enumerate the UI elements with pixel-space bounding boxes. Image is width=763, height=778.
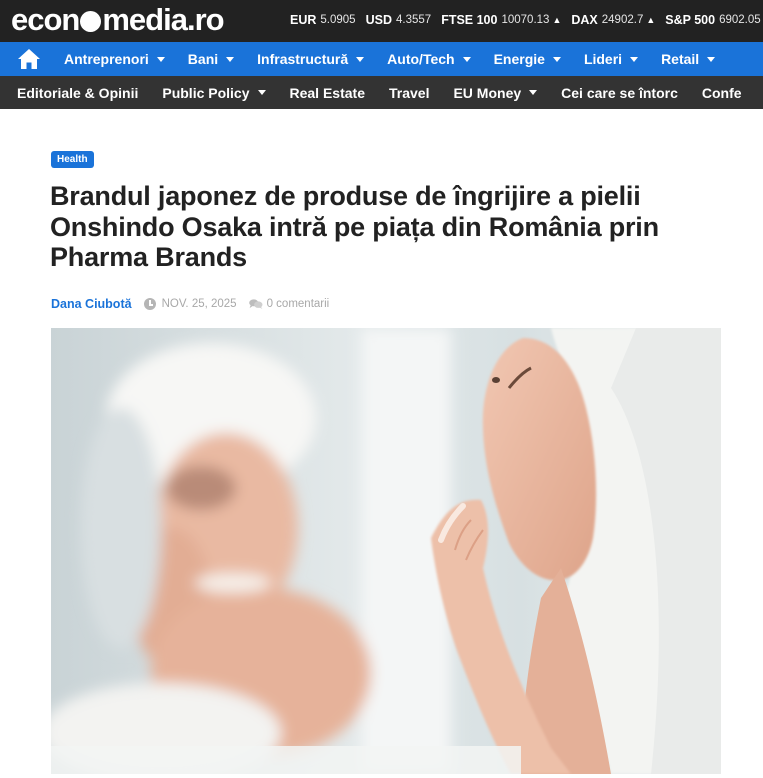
ticker-value: 24902.7 [601, 14, 644, 26]
up-arrow-icon: ▲ [552, 15, 562, 25]
ticker-name: DAX [571, 13, 598, 27]
ticker-item: USD 4.3557 [366, 13, 432, 27]
ticker-name: EUR [290, 13, 317, 27]
nav-label: Lideri [583, 51, 623, 67]
chevron-down-icon [707, 56, 716, 62]
ticker-value: 6902.05 [719, 14, 761, 26]
nav-label: Confe [701, 84, 742, 101]
comments-icon [248, 299, 263, 309]
ticker-name: FTSE 100 [441, 13, 498, 27]
nav-item-retail[interactable]: Retail [661, 51, 716, 67]
up-arrow-icon: ▲ [646, 15, 656, 25]
ticker-item: FTSE 100 10070.13 ▲ [441, 13, 561, 27]
chevron-down-icon [257, 90, 266, 95]
nav-item-real-estate[interactable]: Real Estate [290, 85, 365, 101]
ticker-item: S&P 500 6902.05 ▲ [665, 13, 763, 27]
site-logo[interactable]: econ media.ro [11, 0, 225, 40]
publish-date: NOV. 25, 2025 [161, 298, 237, 310]
chevron-down-icon [356, 56, 365, 62]
chevron-down-icon [226, 56, 235, 62]
nav-item-conferinte[interactable]: Confe [702, 85, 742, 101]
nav-label: EU Money [453, 84, 522, 101]
ticker-name: S&P 500 [665, 13, 716, 27]
nav-item-public-policy[interactable]: Public Policy [162, 84, 266, 101]
logo-circle-icon [80, 10, 102, 32]
nav-item-cei-care-se-intorc[interactable]: Cei care se întorc [561, 85, 678, 101]
top-bar: econ media.ro EUR 5.0905 USD 4.3557 FTSE … [0, 0, 763, 42]
chevron-down-icon [529, 90, 538, 95]
ticker-value: 10070.13 [501, 14, 550, 26]
nav-label: Bani [187, 51, 219, 67]
nav-label: Public Policy [162, 84, 250, 101]
nav-item-bani[interactable]: Bani [187, 51, 235, 67]
category-badge[interactable]: Health [51, 151, 94, 168]
chevron-down-icon [552, 56, 561, 62]
home-icon [18, 49, 40, 69]
market-ticker: EUR 5.0905 USD 4.3557 FTSE 100 10070.13 … [290, 0, 763, 40]
logo-prefix: econ [11, 2, 80, 37]
ticker-item: DAX 24902.7 ▲ [571, 13, 655, 27]
chevron-down-icon [156, 56, 165, 62]
nav-label: Editoriale & Opinii [17, 84, 139, 101]
nav-item-auto-tech[interactable]: Auto/Tech [387, 51, 471, 67]
ticker-value: 4.3557 [396, 14, 432, 26]
ticker-item: EUR 5.0905 [290, 13, 356, 27]
ticker-value: 5.0905 [320, 14, 356, 26]
nav-label: Retail [661, 51, 700, 67]
nav-label: Antreprenori [64, 51, 149, 67]
home-button[interactable] [12, 42, 46, 76]
ticker-name: USD [365, 13, 392, 27]
nav-label: Auto/Tech [387, 51, 455, 67]
article-hero-image [51, 328, 721, 774]
nav-label: Travel [388, 84, 430, 101]
hero-photo [51, 328, 721, 774]
primary-nav: Antreprenori Bani Infrastructură Auto/Te… [0, 42, 763, 76]
nav-item-editoriale-opinii[interactable]: Editoriale & Opinii [17, 85, 138, 101]
nav-label: Energie [493, 51, 545, 67]
nav-item-eu-money[interactable]: EU Money [453, 84, 538, 101]
chevron-down-icon [462, 56, 471, 62]
nav-label: Real Estate [289, 84, 365, 101]
nav-label: Cei care se întorc [561, 84, 678, 101]
logo-suffix: media.ro [102, 2, 224, 37]
comments-link[interactable]: 0 comentarii [267, 298, 330, 310]
clock-icon [143, 298, 156, 310]
article-meta: Dana Ciubotă NOV. 25, 2025 0 comentarii [51, 296, 329, 312]
nav-label: Infrastructură [257, 51, 349, 67]
nav-item-infrastructura[interactable]: Infrastructură [257, 51, 365, 67]
chevron-down-icon [630, 56, 639, 62]
author-link[interactable]: Dana Ciubotă [51, 297, 132, 311]
article-title: Brandul japonez de produse de îngrijire … [50, 181, 659, 272]
secondary-nav: Editoriale & Opinii Public Policy Real E… [0, 76, 763, 109]
nav-item-energie[interactable]: Energie [494, 51, 561, 67]
nav-item-antreprenori[interactable]: Antreprenori [64, 51, 165, 67]
nav-item-lideri[interactable]: Lideri [583, 51, 639, 67]
nav-item-travel[interactable]: Travel [389, 85, 429, 101]
